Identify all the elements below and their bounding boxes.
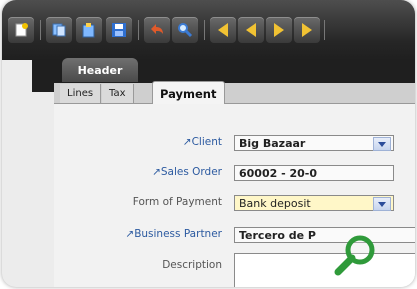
toolbar-separator — [40, 20, 41, 40]
sales-order-value: 60002 - 20-0 — [239, 166, 318, 180]
chevron-down-icon[interactable] — [373, 137, 391, 151]
form-of-payment-value: Bank deposit — [239, 196, 311, 210]
link-icon: ↗ — [125, 228, 135, 240]
zoom-icon[interactable] — [330, 224, 388, 282]
tab-header[interactable]: Header — [62, 58, 138, 82]
business-partner-label[interactable]: ↗Business Partner — [125, 228, 222, 240]
form-of-payment-select[interactable]: Bank deposit — [234, 195, 394, 211]
link-icon: ↗ — [152, 166, 161, 178]
copy-icon[interactable] — [46, 17, 72, 43]
form-of-payment-label: Form of Payment — [132, 196, 222, 208]
previous-record-icon[interactable] — [238, 17, 264, 43]
next-record-icon[interactable] — [266, 17, 292, 43]
chevron-down-icon[interactable] — [373, 197, 391, 211]
sales-order-field[interactable]: 60002 - 20-0 — [234, 165, 394, 181]
first-record-icon[interactable] — [210, 17, 236, 43]
last-record-icon[interactable] — [294, 17, 320, 43]
description-label: Description — [162, 259, 222, 271]
business-partner-value: Tercero de P — [239, 228, 316, 242]
undo-icon[interactable] — [144, 17, 170, 43]
subtab-tax[interactable]: Tax — [102, 84, 134, 103]
toolbar-separator — [138, 20, 139, 40]
new-document-icon[interactable] — [8, 17, 34, 43]
toolbar-separator — [204, 20, 205, 40]
find-icon[interactable] — [172, 17, 198, 43]
client-value: Big Bazaar — [239, 136, 306, 150]
toolbar-separator — [324, 20, 325, 40]
toolbar — [2, 0, 415, 60]
subtab-payment[interactable]: Payment — [152, 81, 225, 106]
app-window: Header Lines Tax Payment ↗Client Big Baz… — [2, 0, 415, 287]
client-label[interactable]: ↗Client — [183, 136, 222, 148]
paste-icon[interactable] — [76, 17, 102, 43]
subtab-lines[interactable]: Lines — [60, 84, 102, 103]
link-icon: ↗ — [182, 136, 192, 148]
client-field[interactable]: Big Bazaar — [234, 135, 394, 151]
sales-order-label[interactable]: ↗Sales Order — [152, 166, 222, 178]
save-icon[interactable] — [106, 17, 132, 43]
